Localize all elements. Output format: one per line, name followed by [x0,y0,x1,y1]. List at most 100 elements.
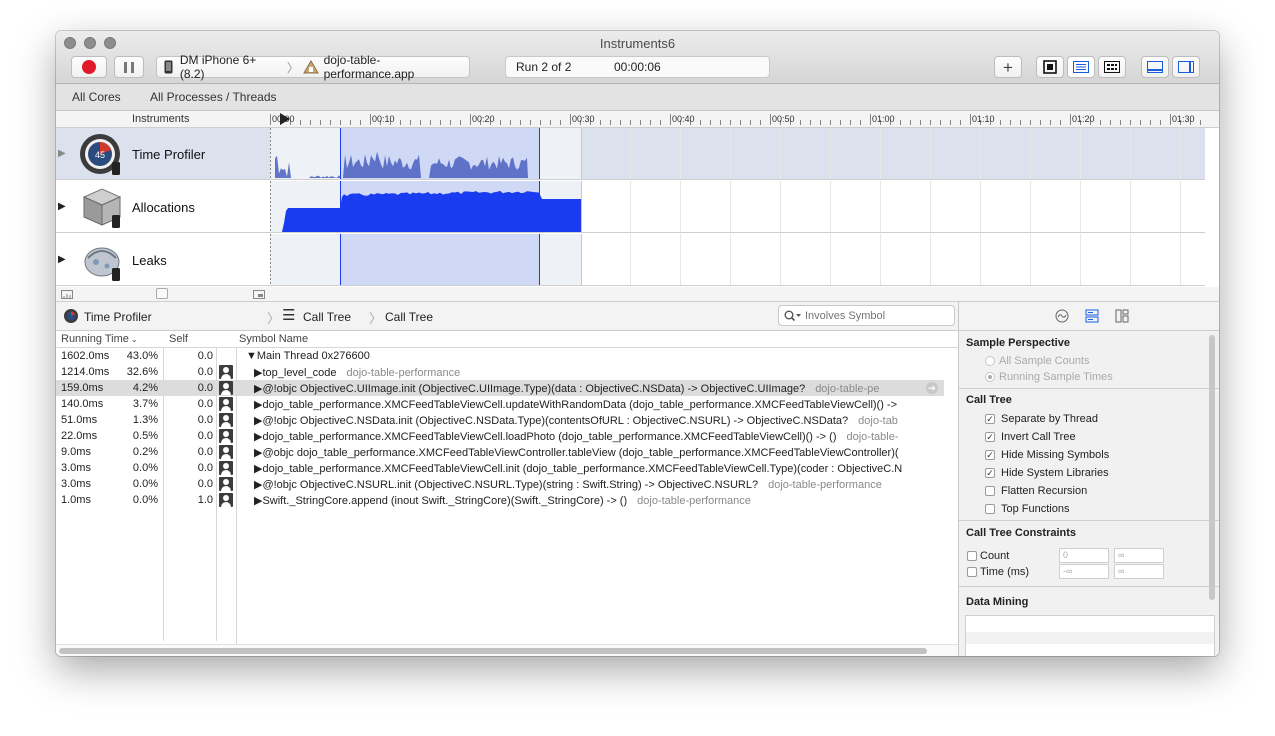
record-settings-icon[interactable] [1055,309,1069,323]
jump-to-source-icon[interactable]: ➔ [926,382,938,394]
search-input[interactable] [805,308,950,323]
ruler-tick-label: 01:20 [1072,114,1095,124]
call-tree-row[interactable]: 140.0ms 3.7% 0.0 ▶dojo_table_performance.XM… [56,396,944,412]
symbol-name: ▶dojo_table_performance.XMCFeedTableView… [254,399,898,411]
app-icon [302,60,319,74]
inspector-scrollbar[interactable] [1209,335,1215,600]
record-button[interactable] [71,56,107,78]
divider [959,388,1219,389]
display-settings-icon[interactable] [1085,309,1099,323]
count-constraint-checkbox[interactable]: Count [967,550,1009,562]
hide-missing-symbols-checkbox[interactable]: ✓ Hide Missing Symbols [985,449,1109,461]
toggle-inspector-button[interactable] [1172,56,1200,78]
symbol-search-field[interactable] [778,305,955,326]
zoom-slider-handle[interactable] [156,288,168,299]
library-name: dojo-table- [846,431,899,443]
call-tree-row[interactable]: 159.0ms 4.2% 0.0 ▶@!objc ObjectiveC.UIImage… [56,380,944,396]
all-processes-button[interactable]: All Processes / Threads [150,90,277,104]
titlebar: Instruments6 DM iPhone 6+ (8.2) 〉 dojo-t… [56,31,1219,84]
running-percent: 3.7% [132,398,158,410]
call-tree-row[interactable]: 1602.0ms 43.0% 0.0 ▼Main Thread 0x276600 [56,348,944,364]
data-mining-list[interactable] [965,615,1215,656]
library-name: dojo-table-performance [637,495,751,507]
column-self[interactable]: Self [169,333,188,345]
breadcrumb-call-tree-2[interactable]: Call Tree [385,310,433,324]
sort-descending-icon: ⌄ [130,335,138,344]
ruler-tick-label: 00:10 [372,114,395,124]
strategy-cpu-button[interactable] [1036,56,1064,78]
add-instrument-button[interactable]: + [994,56,1022,78]
call-tree-row[interactable]: 9.0ms 0.2% 0.0 ▶@objc dojo_table_performanc… [56,444,944,460]
count-min-field[interactable]: 0 [1059,548,1109,563]
divider [959,586,1219,587]
hide-system-libraries-checkbox[interactable]: ✓ Hide System Libraries [985,467,1109,479]
call-tree-row[interactable]: 3.0ms 0.0% 0.0 ▶dojo_table_performance.XMCF… [56,460,944,476]
count-max-field[interactable]: ∞ [1114,548,1164,563]
instrument-name[interactable]: Time Profiler [84,310,152,324]
time-min-field[interactable]: -∞ [1059,564,1109,579]
horizontal-scrollbar[interactable] [56,644,958,656]
breadcrumb-call-tree-1[interactable]: Call Tree [303,310,351,324]
symbol-name: ▼Main Thread 0x276600 [246,350,370,362]
call-tree-row[interactable]: 3.0ms 0.0% 0.0 ▶@!objc ObjectiveC.NSURL.ini… [56,476,944,492]
run-label: Run 2 of 2 [516,60,572,74]
chevron-right-icon: 〉 [267,311,281,326]
column-running-time[interactable]: Running Time ⌄ [61,333,138,345]
call-tree-row[interactable]: 1.0ms 0.0% 1.0 ▶Swift._StringCore.append (i… [56,492,944,508]
toggle-detail-area-button[interactable] [1141,56,1169,78]
graph-style-icon[interactable] [61,290,73,299]
time-profiler-gauge-icon: 45 [80,134,120,175]
track-allocations[interactable]: ▶ Allocations [56,181,1205,233]
allocations-graph[interactable] [270,181,1205,232]
app-name: dojo-table-performance.app [323,53,415,81]
data-mining-heading: Data Mining [966,596,1029,608]
flatten-recursion-checkbox[interactable]: Flatten Recursion [985,485,1087,497]
track-footer [56,287,1219,302]
strategy-instruments-button[interactable] [1067,56,1095,78]
running-sample-times-radio[interactable]: Running Sample Times [985,371,1113,383]
disclosure-arrow-icon[interactable]: ▶ [58,148,66,159]
iphone-icon [164,60,173,74]
running-time: 140.0ms [61,398,104,410]
playhead-icon[interactable] [280,113,290,125]
user-code-icon [219,413,233,427]
extended-detail-icon[interactable] [1115,309,1129,323]
top-functions-checkbox[interactable]: Top Functions [985,503,1069,515]
time-profiler-graph[interactable] [270,128,1205,179]
symbol-name: ▶@!objc ObjectiveC.NSData.init (Objectiv… [254,415,898,427]
search-icon [784,310,801,322]
invert-call-tree-checkbox[interactable]: ✓ Invert Call Tree [985,431,1076,443]
symbol-name: ▶dojo_table_performance.XMCFeedTableView… [254,463,903,475]
library-name: dojo-table-performance [346,367,461,379]
call-tree-row[interactable]: 22.0ms 0.5% 0.0 ▶dojo_table_performance.XMC… [56,428,944,444]
right-panel-icon [1178,61,1194,73]
all-sample-counts-radio[interactable]: All Sample Counts [985,355,1090,367]
timeline-ruler[interactable]: Instruments 00:0000:1000:2000:3000:4000:… [56,111,1219,128]
running-time: 3.0ms [61,478,91,490]
ruler-tick-label: 01:00 [872,114,895,124]
running-time: 1214.0ms [61,366,110,378]
call-tree-row[interactable]: 51.0ms 1.3% 0.0 ▶@!objc ObjectiveC.NSData.i… [56,412,944,428]
column-symbol-name[interactable]: Symbol Name [239,333,308,345]
list-icon: ☰ [282,307,296,324]
all-cores-button[interactable]: All Cores [72,90,121,104]
time-constraint-checkbox[interactable]: Time (ms) [967,566,1029,578]
inspection-range [340,234,539,285]
time-max-field[interactable]: ∞ [1114,564,1164,579]
disclosure-arrow-icon[interactable]: ▶ [58,254,66,265]
track-name: Allocations [132,200,195,215]
run-status: Run 2 of 2 00:00:06 [505,56,770,78]
self-weight: 0.0 [197,414,213,426]
device-name: DM iPhone 6+ (8.2) [179,53,257,81]
track-time-profiler[interactable]: ▶ 45 Time Profiler [56,128,1205,180]
separate-by-thread-checkbox[interactable]: ✓ Separate by Thread [985,413,1098,425]
call-tree-row[interactable]: 1214.0ms 32.6% 0.0 ▶top_level_code dojo-tabl… [56,364,944,380]
disclosure-arrow-icon[interactable]: ▶ [58,201,66,212]
track-leaks[interactable]: ▶ Leaks [56,234,1205,286]
pause-button[interactable] [114,56,144,78]
strategy-threads-button[interactable] [1098,56,1126,78]
target-selector[interactable]: DM iPhone 6+ (8.2) 〉 dojo-table-performa… [156,53,470,81]
scrollbar-thumb[interactable] [59,648,927,654]
leaks-graph[interactable] [270,234,1205,285]
snap-track-icon[interactable] [253,290,265,299]
